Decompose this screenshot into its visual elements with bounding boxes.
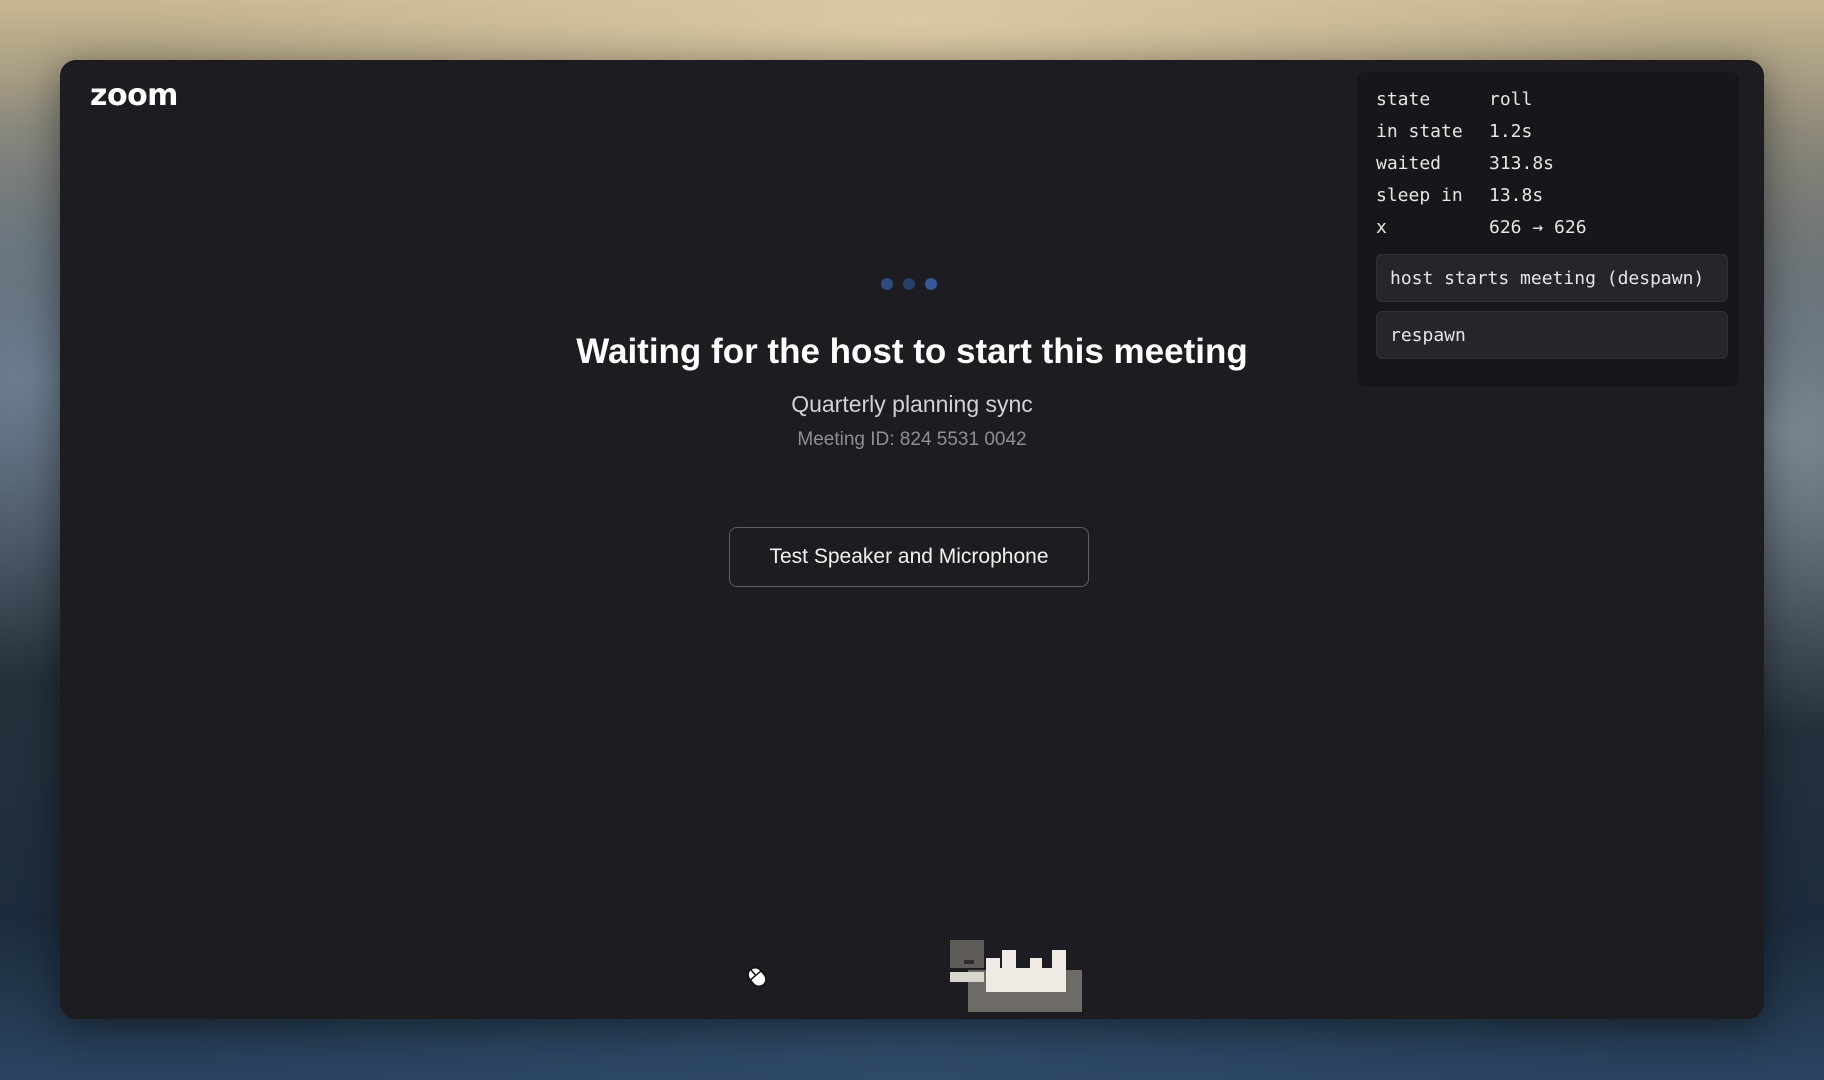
debug-row-sleep-in: sleep in 13.8s xyxy=(1376,180,1587,212)
meeting-name: Quarterly planning sync xyxy=(791,391,1033,417)
debug-row-x: x 626 → 626 xyxy=(1376,212,1587,244)
debug-value: 626 → 626 xyxy=(1489,217,1587,238)
test-speaker-microphone-button[interactable]: Test Speaker and Microphone xyxy=(729,527,1089,587)
debug-key: sleep in xyxy=(1376,185,1463,206)
loading-dot xyxy=(903,278,915,290)
debug-rows: state roll in state 1.2s waited 313.8s s… xyxy=(1376,84,1587,244)
loading-dot xyxy=(925,278,937,290)
debug-key: waited xyxy=(1376,153,1442,174)
debug-key: state xyxy=(1376,89,1431,110)
debug-row-waited: waited 313.8s xyxy=(1376,148,1587,180)
zoom-logo: zoom xyxy=(90,78,178,113)
waiting-title: Waiting for the host to start this meeti… xyxy=(576,332,1248,371)
debug-value: 13.8s xyxy=(1489,185,1544,206)
debug-value: roll xyxy=(1489,89,1533,110)
host-starts-meeting-button[interactable]: host starts meeting (despawn) xyxy=(1376,254,1728,302)
loading-dots-icon xyxy=(881,278,937,290)
pixel-cat-icon xyxy=(950,940,1082,1012)
debug-row-in-state: in state 1.2s xyxy=(1376,116,1587,148)
debug-key: x xyxy=(1376,217,1387,238)
debug-key: in state xyxy=(1376,121,1463,142)
zoom-window: zoom state roll in state 1.2s waited 313… xyxy=(60,60,1764,1019)
loading-dot xyxy=(881,278,893,290)
debug-value: 1.2s xyxy=(1489,121,1533,142)
debug-row-state: state roll xyxy=(1376,84,1587,116)
mouse-cursor-icon xyxy=(747,966,767,988)
meeting-id: Meeting ID: 824 5531 0042 xyxy=(797,429,1027,450)
debug-value: 313.8s xyxy=(1489,153,1555,174)
